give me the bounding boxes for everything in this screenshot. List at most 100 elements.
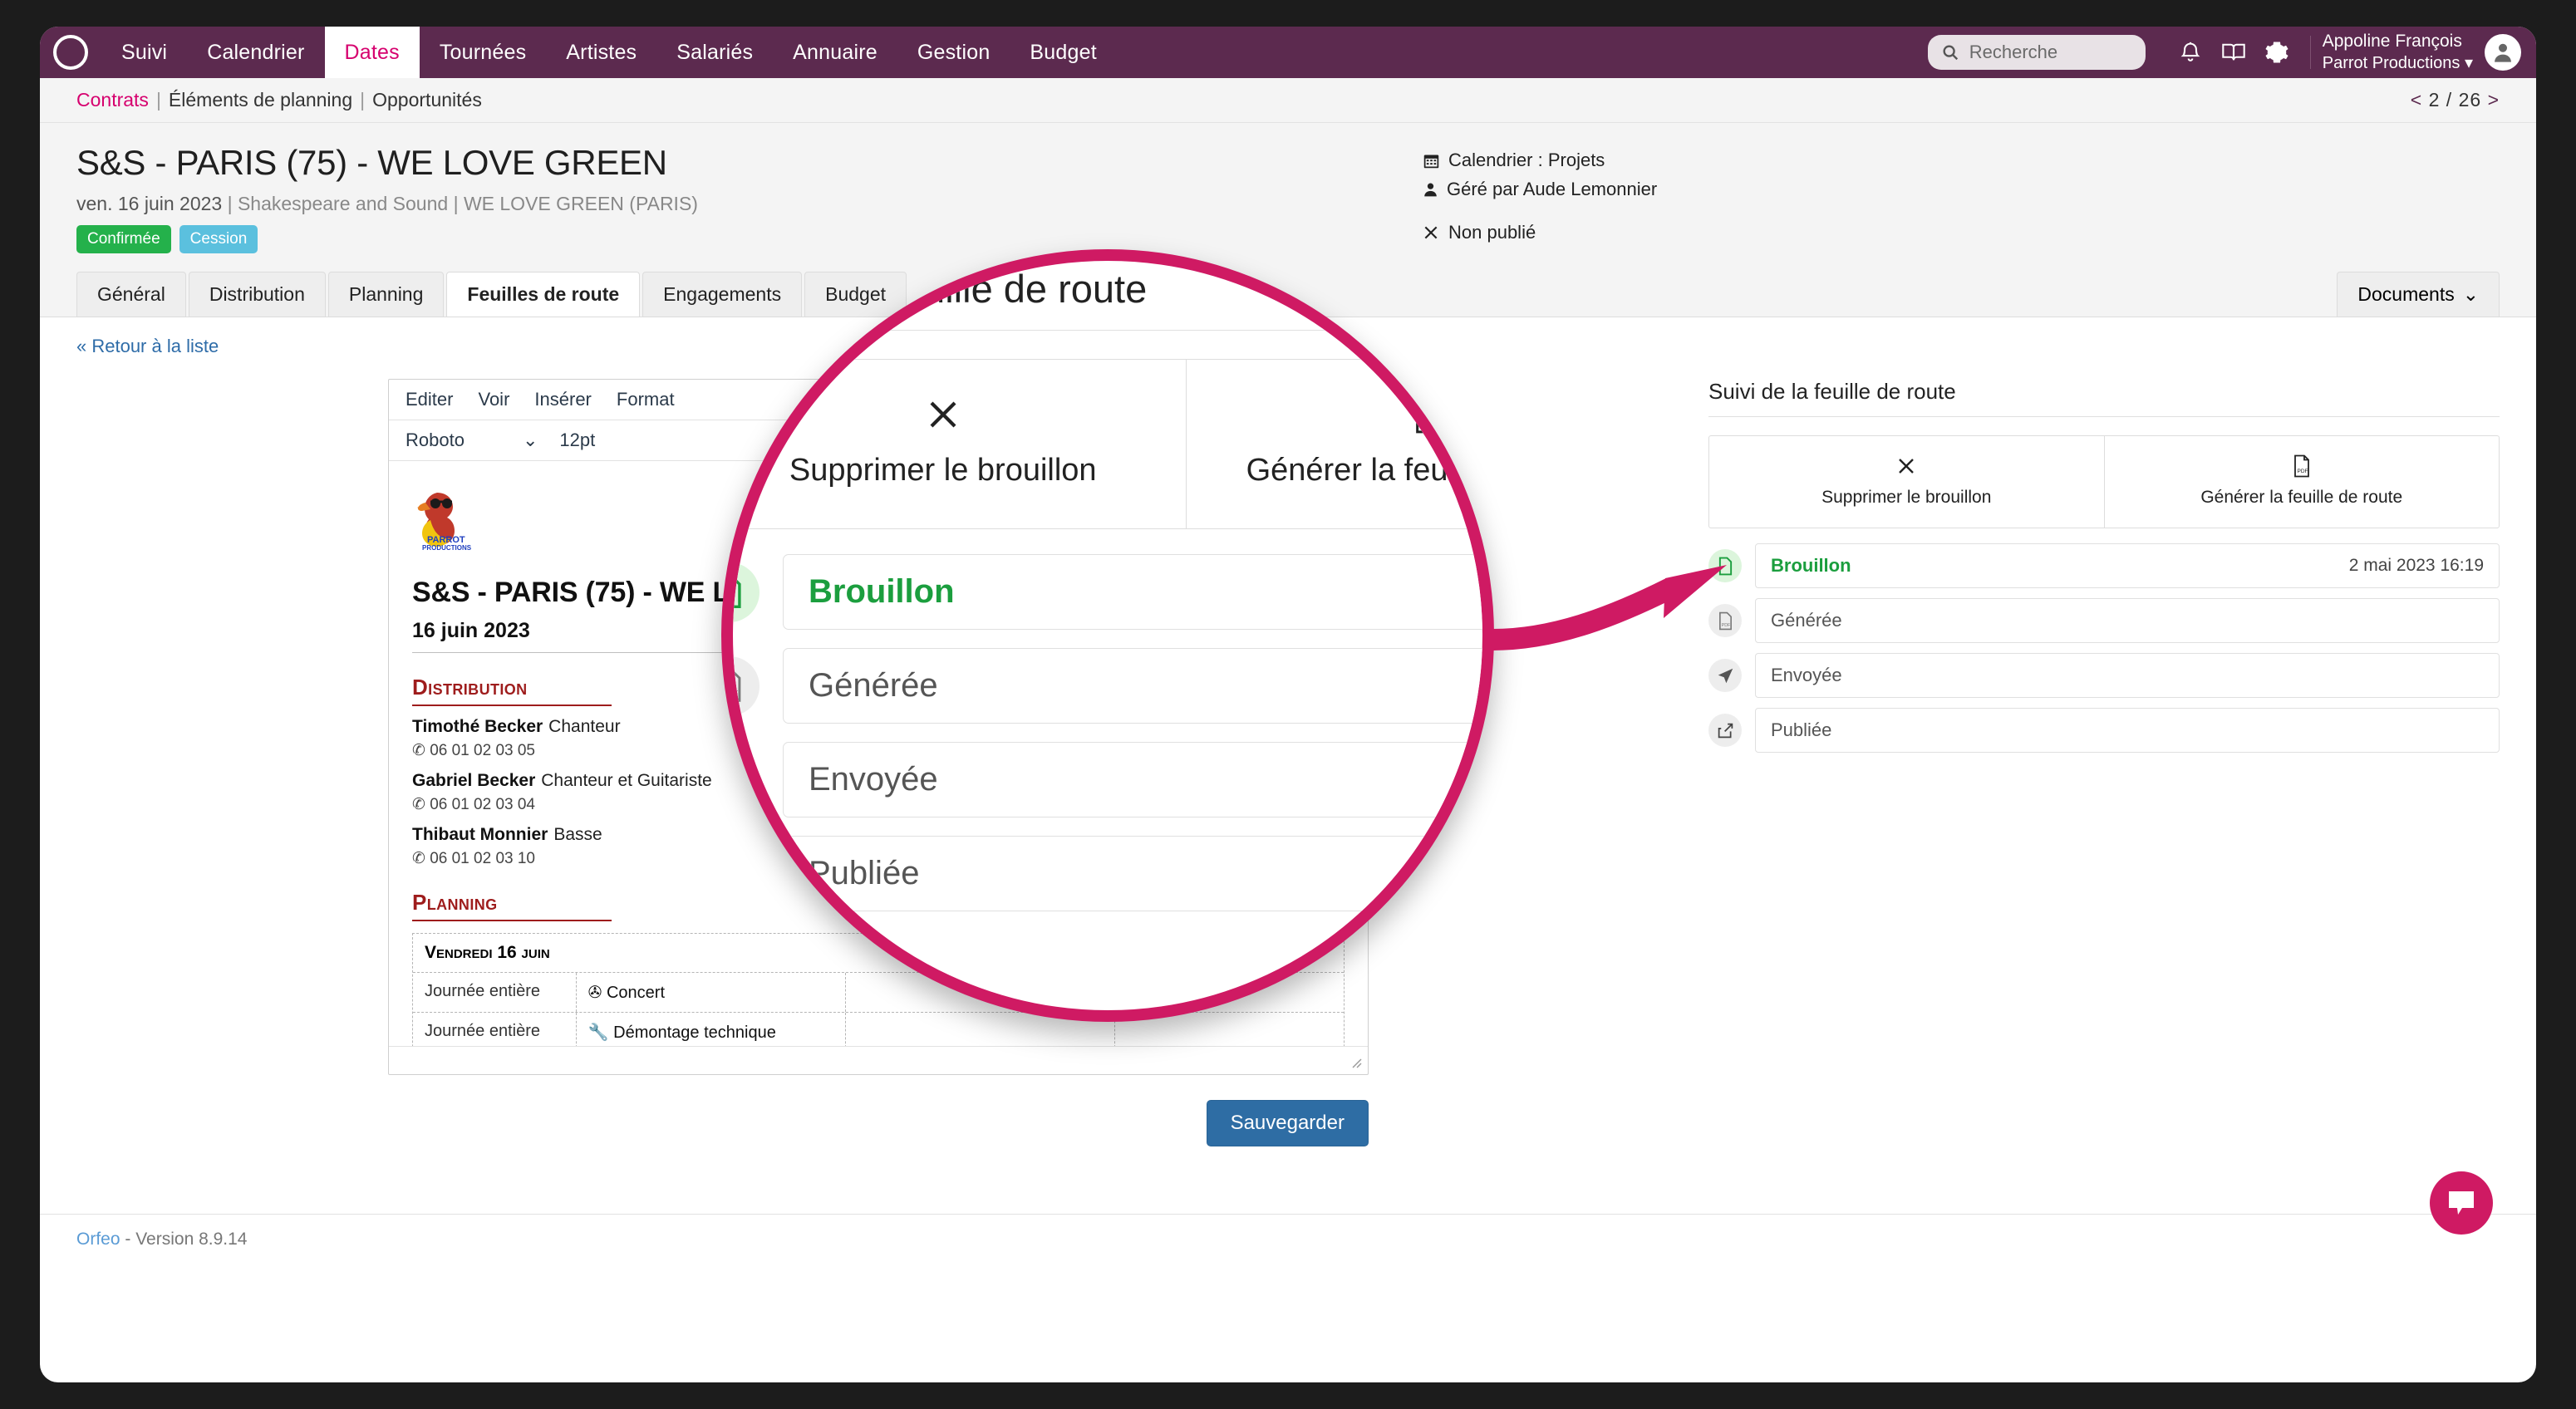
editor-menu-inserer[interactable]: Insérer: [534, 389, 591, 410]
ticket-icon: ✇: [587, 984, 602, 1002]
status-row-brouillon: Brouillon 2 mai 2023 16:19: [1755, 543, 2500, 588]
status-label: Générée: [809, 667, 938, 704]
notifications-button[interactable]: [2169, 27, 2212, 78]
mag-delete-draft-button[interactable]: Supprimer le brouillon: [733, 360, 1186, 528]
screen: Suivi Calendrier Dates Tournées Artistes…: [0, 0, 2576, 1409]
nav-item-calendrier[interactable]: Calendrier: [187, 27, 324, 78]
close-icon: [930, 401, 956, 428]
breadcrumb: Contrats | Éléments de planning | Opport…: [40, 78, 2536, 123]
status-row-envoyee: Envoyée: [1755, 653, 2500, 698]
list-item[interactable]: Brouillon: [733, 554, 1482, 630]
footer-app-link[interactable]: Orfeo: [76, 1230, 120, 1249]
search-input[interactable]: Recherche: [1927, 35, 2146, 70]
status-label: Publiée: [809, 855, 920, 891]
page-subtitle: ven. 16 juin 2023 | Shakespeare and Soun…: [76, 193, 698, 214]
page-title: S&S - PARIS (75) - WE LOVE GREEN: [76, 143, 667, 182]
status-icon-wrap: [733, 562, 760, 622]
avatar[interactable]: [2485, 34, 2521, 71]
mag-status-row-envoyee: Envoyée: [783, 742, 1482, 817]
settings-button[interactable]: [2255, 27, 2298, 78]
person-name: Gabriel Becker: [412, 771, 536, 790]
nav-divider: [2309, 36, 2311, 69]
nav-item-dates[interactable]: Dates: [324, 27, 420, 78]
person-name: Thibaut Monnier: [412, 825, 548, 844]
tracking-actions: Supprimer le brouillon PDF Générer la fe…: [1708, 435, 2500, 528]
editor-menu-editer[interactable]: Editer: [406, 389, 453, 410]
callout-arrow: [1492, 565, 1727, 650]
status-date: 2 mai 2023 16:19: [2348, 556, 2484, 575]
subtitle-company: Shakespeare and Sound: [237, 193, 449, 214]
status-badges: Confirmée Cession: [76, 225, 1423, 253]
svg-text:PRODUCTIONS: PRODUCTIONS: [422, 544, 472, 552]
breadcrumb-elements-planning[interactable]: Éléments de planning: [169, 89, 352, 111]
pager-next-button[interactable]: >: [2488, 89, 2500, 110]
person-role: Basse: [553, 825, 602, 844]
chat-button[interactable]: [2430, 1171, 2493, 1235]
pager-prev-button[interactable]: <: [2411, 89, 2422, 110]
documents-menu[interactable]: Documents ⌄: [2337, 272, 2500, 317]
chat-bubble-icon: [2449, 1191, 2474, 1215]
mag-status-row-brouillon: Brouillon: [783, 554, 1482, 630]
publish-state[interactable]: Non publié: [1423, 222, 1657, 243]
list-item[interactable]: PDF Générée: [1708, 598, 2500, 643]
person-name: Timothé Becker: [412, 717, 543, 736]
editor-menu-voir[interactable]: Voir: [478, 389, 509, 410]
editor-menu-format[interactable]: Format: [617, 389, 675, 410]
main-nav-items: Suivi Calendrier Dates Tournées Artistes…: [101, 27, 1117, 78]
nav-item-artistes[interactable]: Artistes: [546, 27, 656, 78]
editor-resize-handle[interactable]: [389, 1046, 1368, 1074]
distribution-rule: [412, 704, 612, 706]
file-icon: [733, 575, 741, 609]
tab-general[interactable]: Général: [76, 272, 186, 317]
subtitle-date: ven. 16 juin 2023: [76, 193, 223, 214]
generate-roadsheet-button[interactable]: PDF Générer la feuille de route: [2103, 436, 2500, 528]
breadcrumb-contrats[interactable]: Contrats: [76, 89, 149, 111]
planning-event: 🔧 Démontage technique: [577, 1013, 846, 1046]
close-icon: [1424, 226, 1438, 239]
tab-feuilles-de-route[interactable]: Feuilles de route: [446, 272, 641, 317]
font-family-select[interactable]: Roboto ⌄: [406, 430, 538, 451]
tracking-panel-rule: [1708, 416, 2500, 417]
mag-status-list: Brouillon PDF Générée Envoyée Publiée: [733, 554, 1482, 911]
list-item[interactable]: Brouillon 2 mai 2023 16:19: [1708, 543, 2500, 588]
pager-position: 2 / 26: [2428, 89, 2482, 110]
save-button[interactable]: Sauvegarder: [1206, 1100, 1369, 1146]
nav-item-annuaire[interactable]: Annuaire: [773, 27, 897, 78]
status-label: Publiée: [1771, 719, 1832, 740]
nav-item-gestion[interactable]: Gestion: [897, 27, 1010, 78]
magnifier-overlay: Suivi de la feuille de route Supprimer l…: [721, 249, 1519, 1047]
app-logo[interactable]: [40, 27, 101, 78]
calendar-icon: [1423, 155, 1439, 168]
user-menu[interactable]: Appoline François Parrot Productions ▾: [2323, 31, 2485, 73]
list-item[interactable]: PDF Générée: [733, 648, 1482, 724]
nav-item-tournees[interactable]: Tournées: [420, 27, 546, 78]
chevron-down-icon: ▾: [2464, 53, 2473, 72]
user-name: Appoline François: [2322, 32, 2462, 52]
status-label: Envoyée: [1771, 665, 1842, 685]
search-placeholder: Recherche: [1969, 42, 2058, 62]
help-book-button[interactable]: [2212, 27, 2255, 78]
list-item[interactable]: Publiée: [733, 836, 1482, 911]
browser-window: Suivi Calendrier Dates Tournées Artistes…: [40, 27, 2536, 1382]
list-item[interactable]: Envoyée: [733, 742, 1482, 817]
nav-item-budget[interactable]: Budget: [1010, 27, 1116, 78]
delete-draft-button[interactable]: Supprimer le brouillon: [1709, 436, 2104, 528]
footer-version: - Version 8.9.14: [125, 1230, 248, 1249]
status-label: Brouillon: [809, 573, 955, 610]
person-role: Chanteur et Guitariste: [541, 771, 712, 790]
list-item[interactable]: Envoyée: [1708, 653, 2500, 698]
tracking-panel: Suivi de la feuille de route Supprimer l…: [1708, 379, 2500, 1146]
mag-tracking-actions: Supprimer le brouillon PDF Générer la fe…: [733, 359, 1487, 529]
svg-text:PDF: PDF: [2297, 469, 2308, 474]
tab-planning[interactable]: Planning: [327, 272, 445, 317]
mag-generate-roadsheet-label: Générer la feuille de route: [1246, 453, 1487, 488]
chevron-down-icon: ⌄: [522, 430, 538, 450]
font-size-select[interactable]: 12pt: [559, 430, 595, 451]
mag-generate-roadsheet-button[interactable]: PDF Générer la feuille de route: [1185, 360, 1487, 528]
tab-distribution[interactable]: Distribution: [188, 272, 326, 317]
nav-item-salaries[interactable]: Salariés: [656, 27, 773, 78]
breadcrumb-opportunites[interactable]: Opportunités: [372, 89, 482, 111]
list-item[interactable]: Publiée: [1708, 708, 2500, 753]
font-family-value: Roboto: [406, 430, 465, 450]
nav-item-suivi[interactable]: Suivi: [101, 27, 187, 78]
